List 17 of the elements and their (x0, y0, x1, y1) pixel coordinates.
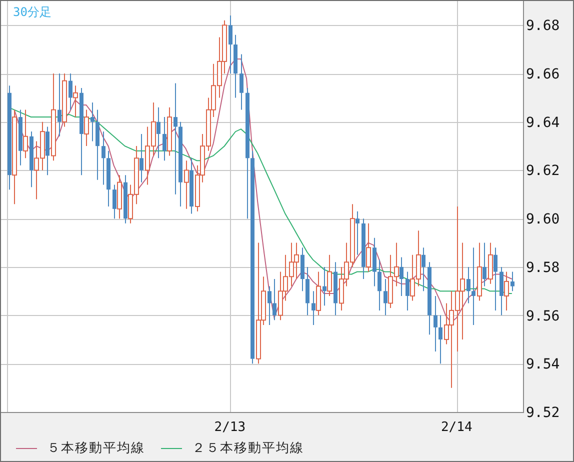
candlestick (334, 262, 338, 316)
chart-title: 30分足 (13, 5, 52, 19)
axis-label: 9.54 (526, 356, 560, 373)
axis-label: 9.60 (526, 212, 560, 228)
axis-label: 9.62 (526, 163, 560, 180)
candlestick (240, 54, 244, 110)
axis-label: 9.66 (526, 66, 560, 83)
axis-label: 2/14 (441, 420, 472, 435)
legend-label: ２５本移動平均線 (192, 440, 304, 457)
axis-label: 9.56 (526, 308, 560, 324)
axis-label: 9.52 (526, 405, 560, 421)
candlestick (510, 271, 514, 292)
axis-label: 9.64 (526, 114, 560, 131)
legend-label: ５本移動平均線 (47, 440, 145, 457)
axis-label: 2/13 (214, 420, 246, 435)
axis-label: 9.58 (526, 260, 560, 276)
axis-label: 9.68 (526, 18, 560, 34)
